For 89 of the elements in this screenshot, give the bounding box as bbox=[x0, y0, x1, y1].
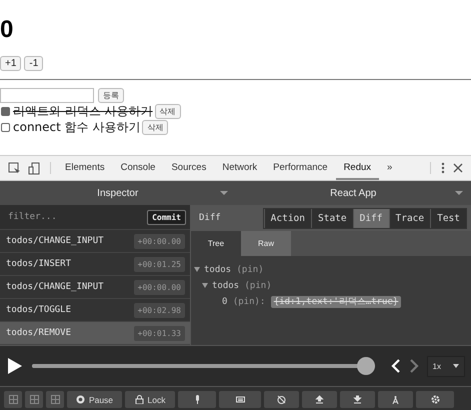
export-button[interactable] bbox=[302, 391, 337, 408]
pin-label[interactable]: (pin) bbox=[236, 265, 264, 275]
dropdown-caret-icon[interactable] bbox=[455, 191, 463, 195]
mode-tab[interactable]: Test bbox=[430, 208, 466, 228]
layout-button[interactable] bbox=[25, 391, 43, 408]
record-icon bbox=[76, 395, 85, 404]
app-title[interactable]: React App bbox=[330, 188, 376, 198]
panel-title: Diff bbox=[199, 213, 221, 223]
checkbox[interactable] bbox=[1, 106, 10, 116]
devtools-tab[interactable]: Elements bbox=[57, 156, 113, 180]
timer-off-icon bbox=[277, 395, 286, 404]
mode-tab[interactable]: Diff bbox=[352, 208, 388, 228]
removed-value: {id:1,text:'리덕스…true} bbox=[270, 296, 402, 308]
action-time: +00:00.00 bbox=[134, 280, 185, 294]
settings-icon bbox=[430, 395, 440, 404]
checkbox[interactable] bbox=[1, 122, 10, 132]
increment-button[interactable]: +1 bbox=[0, 56, 22, 71]
timeline-slider[interactable] bbox=[32, 357, 375, 375]
layout-icon bbox=[30, 395, 38, 404]
dropdown-caret-icon bbox=[453, 364, 459, 368]
view-tab[interactable]: Tree bbox=[191, 231, 241, 256]
pin-label[interactable]: (pin) bbox=[244, 281, 272, 291]
expand-caret-icon[interactable] bbox=[202, 283, 208, 288]
keyboard-icon bbox=[236, 395, 244, 404]
action-time: +00:01.25 bbox=[134, 256, 185, 272]
filter-field[interactable]: filter... bbox=[6, 211, 148, 223]
lock-icon bbox=[134, 395, 144, 404]
import-button[interactable] bbox=[340, 391, 375, 408]
menu-icon[interactable] bbox=[441, 162, 445, 174]
dropdown-caret-icon[interactable] bbox=[220, 191, 228, 195]
lock-button[interactable]: Lock bbox=[125, 391, 175, 408]
layout-button[interactable] bbox=[46, 391, 64, 408]
more-tabs-button[interactable]: » bbox=[379, 156, 400, 180]
layout-button[interactable] bbox=[4, 391, 22, 408]
action-item[interactable]: todos/CHANGE_INPUT +00:00.00 bbox=[0, 276, 190, 299]
action-time: +00:00.00 bbox=[134, 234, 185, 248]
mode-tab[interactable]: Action bbox=[264, 208, 311, 228]
shortcuts-button[interactable] bbox=[219, 391, 261, 408]
action-type: todos/TOGGLE bbox=[6, 305, 72, 315]
action-item[interactable]: todos/CHANGE_INPUT +00:00.00 bbox=[0, 230, 190, 253]
expand-caret-icon[interactable] bbox=[194, 267, 200, 272]
close-icon[interactable] bbox=[453, 163, 463, 173]
tree-key: todos bbox=[204, 265, 232, 275]
previous-icon[interactable] bbox=[390, 359, 401, 373]
upload-icon bbox=[315, 395, 324, 404]
devtools-tab[interactable]: Network bbox=[214, 156, 266, 180]
antenna-icon bbox=[391, 395, 400, 404]
action-item[interactable]: todos/INSERT +00:01.25 bbox=[0, 253, 190, 276]
tree-key: 0 bbox=[222, 297, 228, 307]
speed-dropdown[interactable]: 1x bbox=[426, 356, 465, 376]
action-item[interactable]: todos/REMOVE +00:01.33 bbox=[0, 322, 190, 345]
devtools-tab[interactable]: Sources bbox=[163, 156, 214, 180]
tree-key: todos bbox=[212, 281, 240, 291]
delete-button[interactable]: 삭제 bbox=[142, 120, 168, 134]
counter-value: 0 bbox=[0, 18, 14, 42]
layout-icon bbox=[50, 395, 60, 404]
devtools-tab[interactable]: Console bbox=[112, 156, 164, 180]
download-icon bbox=[353, 395, 362, 404]
commit-button[interactable]: Commit bbox=[147, 210, 186, 224]
inspect-icon[interactable] bbox=[8, 162, 20, 174]
pause-button[interactable]: Pause bbox=[67, 391, 122, 408]
todo-text: 리액트와 리덕스 사용하기 bbox=[13, 102, 153, 120]
delete-button[interactable]: 삭제 bbox=[154, 104, 181, 118]
mode-tab[interactable]: Trace bbox=[388, 208, 430, 228]
layout-icon bbox=[8, 395, 18, 404]
next-icon[interactable] bbox=[408, 359, 419, 373]
add-button[interactable]: 등록 bbox=[98, 88, 124, 102]
timer-button[interactable] bbox=[264, 391, 299, 408]
settings-button[interactable] bbox=[416, 391, 454, 408]
decrement-button[interactable]: -1 bbox=[24, 56, 44, 71]
mode-tab[interactable]: State bbox=[311, 208, 353, 228]
slider-thumb[interactable] bbox=[356, 357, 375, 375]
remote-button[interactable] bbox=[378, 391, 413, 408]
action-type: todos/INSERT bbox=[6, 259, 72, 269]
record-button[interactable] bbox=[178, 391, 216, 408]
action-item[interactable]: todos/TOGGLE +00:02.98 bbox=[0, 299, 190, 322]
action-type: todos/REMOVE bbox=[6, 328, 72, 338]
inspector-title[interactable]: Inspector bbox=[97, 188, 138, 198]
action-type: todos/CHANGE_INPUT bbox=[6, 236, 104, 246]
todo-text: connect 함수 사용하기 bbox=[13, 118, 140, 136]
pin-label[interactable]: (pin): bbox=[232, 297, 266, 307]
todo-input-field[interactable] bbox=[0, 88, 94, 102]
play-icon[interactable] bbox=[8, 358, 22, 374]
devtools-tab[interactable]: Performance bbox=[265, 156, 336, 180]
action-time: +00:02.98 bbox=[134, 302, 185, 318]
action-type: todos/CHANGE_INPUT bbox=[6, 282, 104, 292]
view-tab[interactable]: Raw bbox=[241, 231, 291, 256]
action-time: +00:01.33 bbox=[134, 326, 185, 340]
device-icon[interactable] bbox=[28, 162, 40, 174]
